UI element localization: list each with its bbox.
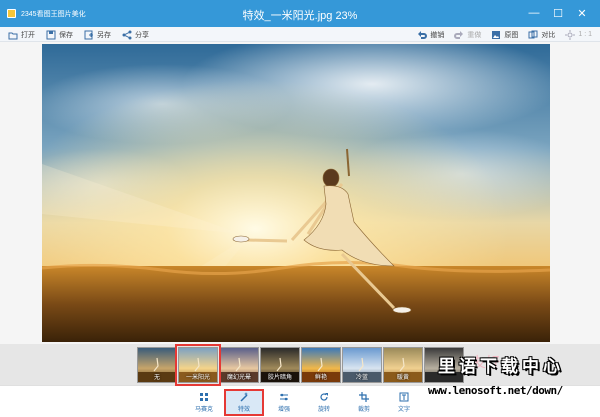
image-canvas [0, 42, 600, 344]
filter-label: 无 [153, 375, 160, 381]
filter-label: 胶片暗角 [267, 375, 292, 381]
filter-label: 一米阳光 [185, 375, 210, 381]
window-title: 特效_一米阳光.jpg 23% [242, 10, 358, 22]
enhance-label: 增强 [277, 407, 290, 413]
filter-label: 冷蓝 [355, 375, 368, 381]
mosaic-tool[interactable]: 马赛克 [184, 389, 224, 416]
title-bar: 2345看图王图片美化 特效_一米阳光.jpg 23% — ☐ ✕ [0, 0, 600, 27]
filter-thumb[interactable]: 魔幻光晕 [219, 347, 259, 383]
maximize-button[interactable]: ☐ [546, 4, 570, 22]
filter-label: 鲜艳 [314, 375, 327, 381]
filter-thumb[interactable]: 暖黄 [383, 347, 423, 383]
filter-thumb[interactable]: 胶片暗角 [260, 347, 300, 383]
filter-thumb[interactable]: 一米阳光 [175, 344, 221, 386]
share-label: 分享 [135, 31, 149, 39]
actual-size-button[interactable]: 1 : 1 [565, 29, 592, 40]
crop-icon [359, 392, 369, 402]
undo-icon [418, 30, 428, 39]
compare-label: 对比 [541, 31, 556, 39]
save-as-icon [84, 30, 93, 39]
effects-label: 特效 [237, 407, 250, 413]
original-label: 原图 [504, 31, 519, 39]
save-as-label: 另存 [97, 31, 111, 39]
watermark-site-name: 里语下载中心 [438, 357, 564, 376]
crop-tool[interactable]: 裁剪 [344, 389, 384, 416]
save-icon [46, 30, 56, 39]
undo-button[interactable]: 撤销 [417, 29, 444, 40]
text-tool[interactable]: 文字 [384, 389, 424, 416]
effects-tool[interactable]: 特效 [224, 389, 264, 416]
mosaic-label: 马赛克 [194, 407, 213, 413]
close-button[interactable]: ✕ [570, 4, 594, 22]
filter-label: 暖黄 [396, 375, 409, 381]
undo-label: 撤销 [430, 31, 445, 39]
photo-preview[interactable] [42, 44, 550, 342]
enhance-tool[interactable]: 增强 [264, 389, 304, 416]
filter-thumb[interactable]: 冷蓝 [342, 347, 382, 383]
image-icon [492, 30, 501, 39]
actual-size-label: 1 : 1 [578, 31, 592, 38]
photo-image [42, 44, 550, 342]
save-as-button[interactable]: 另存 [84, 29, 111, 40]
share-icon [122, 30, 132, 39]
magic-wand-icon [240, 392, 248, 402]
sliders-icon [280, 393, 288, 401]
crop-label: 裁剪 [357, 407, 370, 413]
redo-icon [454, 30, 464, 39]
folder-open-icon [8, 32, 18, 39]
open-label: 打开 [21, 31, 35, 39]
minimize-button[interactable]: — [522, 4, 546, 22]
save-label: 保存 [59, 31, 73, 39]
main-toolbar: 打开 保存 另存 分享 撤销 重做 原图 对比 1: 1 [0, 27, 600, 42]
redo-button[interactable]: 重做 [454, 29, 481, 40]
original-button[interactable]: 原图 [491, 29, 518, 40]
filter-thumb[interactable]: 鲜艳 [301, 347, 341, 383]
text-label: 文字 [397, 407, 410, 413]
share-button[interactable]: 分享 [122, 29, 149, 40]
mosaic-icon [200, 393, 208, 401]
filter-label: 魔幻光晕 [226, 375, 251, 381]
watermark-url: www.lenosoft.net/down/ [428, 384, 563, 397]
save-button[interactable]: 保存 [46, 29, 73, 40]
rotate-tool[interactable]: 旋转 [304, 389, 344, 416]
sun-icon [565, 29, 576, 40]
filter-thumb[interactable]: 无 [137, 347, 177, 383]
rotate-icon [320, 393, 328, 401]
compare-button[interactable]: 对比 [528, 29, 555, 40]
text-icon [399, 392, 409, 402]
rotate-label: 旋转 [317, 407, 330, 413]
compare-icon [528, 30, 538, 38]
redo-label: 重做 [467, 31, 482, 39]
open-button[interactable]: 打开 [8, 29, 35, 40]
